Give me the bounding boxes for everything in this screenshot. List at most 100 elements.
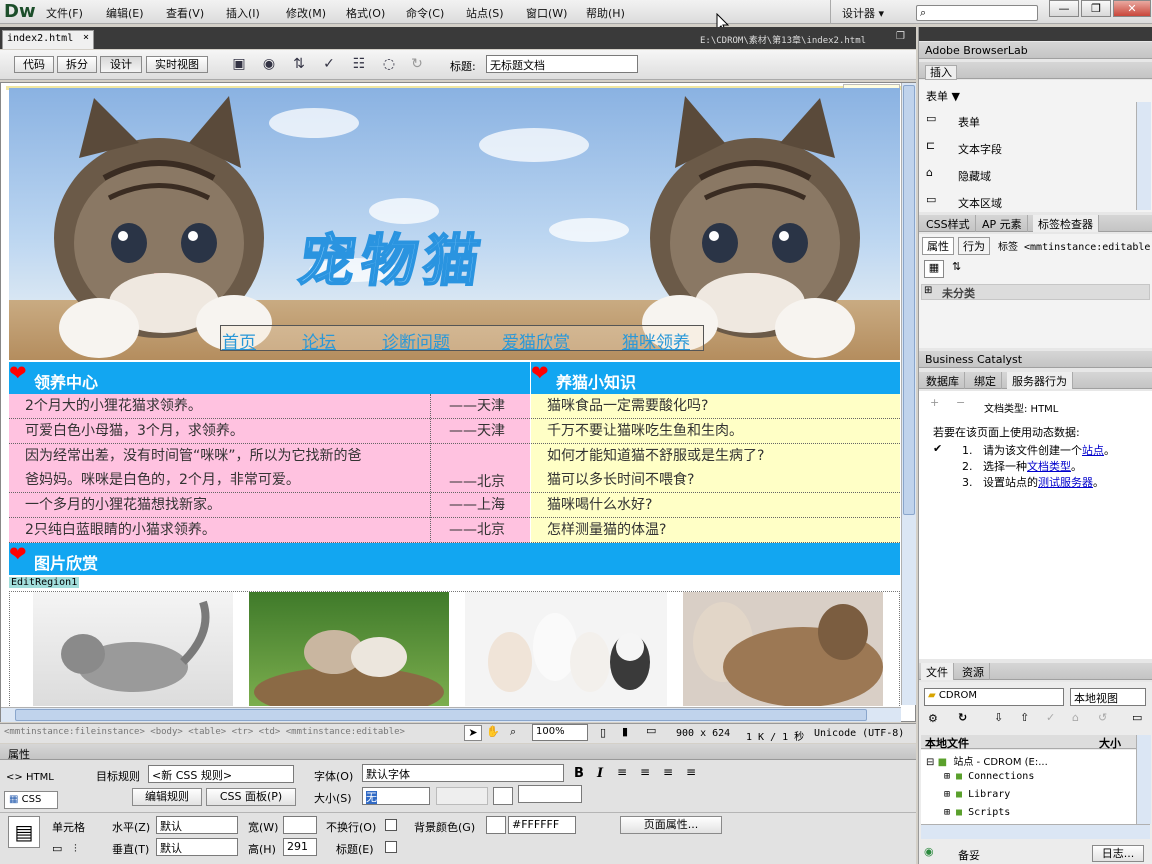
- list-item[interactable]: 猫咪食品一定需要酸化吗?: [531, 394, 900, 419]
- preview-browser-icon[interactable]: ◉: [258, 56, 280, 74]
- log-button[interactable]: 日志...: [1092, 845, 1144, 862]
- visual-aids-icon[interactable]: ☷: [348, 56, 370, 74]
- behaviors-tab[interactable]: 行为: [958, 237, 990, 255]
- edit-rule-button[interactable]: 编辑规则: [132, 788, 202, 806]
- view-select[interactable]: 本地视图: [1070, 688, 1146, 706]
- document-title-input[interactable]: 无标题文档: [486, 55, 638, 73]
- remove-icon[interactable]: −: [956, 396, 965, 409]
- tablet-size-icon[interactable]: ▮: [622, 725, 628, 738]
- add-icon[interactable]: +: [930, 396, 939, 409]
- list-item[interactable]: 怎样测量猫的体温?: [531, 518, 900, 543]
- window-size[interactable]: 900 x 624: [676, 728, 730, 739]
- split-cell-icon[interactable]: ⫶: [74, 842, 77, 856]
- refresh-icon[interactable]: ↻: [406, 56, 428, 74]
- put-files-icon[interactable]: ⇧: [1020, 711, 1029, 724]
- browser-compat-icon[interactable]: ✓: [318, 56, 340, 74]
- get-files-icon[interactable]: ⇩: [994, 711, 1003, 724]
- category-view-icon[interactable]: ▦: [924, 260, 944, 278]
- insert-tab[interactable]: 插入: [925, 65, 957, 80]
- insert-item[interactable]: 文本字段: [958, 141, 1002, 157]
- menu-site[interactable]: 站点(S): [466, 5, 504, 21]
- files-horizontal-scrollbar[interactable]: [921, 824, 1150, 839]
- text-color-input[interactable]: [518, 785, 582, 803]
- text-color-swatch[interactable]: [493, 787, 513, 805]
- nav-gallery[interactable]: 爱猫欣赏: [502, 328, 570, 353]
- code-view-button[interactable]: 代码: [14, 56, 54, 73]
- tab-tag-inspector[interactable]: 标签检查器: [1033, 215, 1099, 232]
- tab-server-behaviors[interactable]: 服务器行为: [1007, 372, 1073, 389]
- scroll-thumb[interactable]: [15, 709, 867, 721]
- split-view-button[interactable]: 拆分: [57, 56, 97, 73]
- tab-css-styles[interactable]: CSS样式: [921, 215, 976, 232]
- zoom-tool-icon[interactable]: ⌕: [510, 725, 516, 739]
- refresh-icon[interactable]: ↻: [958, 711, 967, 724]
- sync-icon[interactable]: ↺: [1098, 711, 1107, 724]
- tag-selector[interactable]: <mmtinstance:fileinstance> <body> <table…: [4, 727, 405, 737]
- horz-align-select[interactable]: 默认: [156, 816, 238, 834]
- site-select[interactable]: ▰ CDROM: [924, 688, 1064, 706]
- workspace-switcher[interactable]: 设计器 ▾: [842, 5, 884, 21]
- restore-doc-icon[interactable]: ❐: [896, 31, 905, 42]
- sort-az-icon[interactable]: ⇅: [952, 260, 961, 273]
- menu-help[interactable]: 帮助(H): [586, 5, 625, 21]
- justify-icon[interactable]: ≡: [686, 765, 696, 779]
- close-icon[interactable]: ×: [83, 32, 89, 43]
- table-row[interactable]: 因为经常出差，没有时间管“咪咪”，所以为它找新的爸: [9, 444, 530, 469]
- tree-item-site[interactable]: ⊟ ■ 站点 - CDROM (E:...: [926, 753, 1048, 768]
- mobile-size-icon[interactable]: ▯: [600, 726, 606, 739]
- insert-item[interactable]: 隐藏域: [958, 168, 991, 184]
- tab-files[interactable]: 文件: [921, 663, 954, 680]
- list-item[interactable]: 如何才能知道猫不舒服或是生病了?: [531, 444, 900, 469]
- table-row[interactable]: 一个多月的小狸花猫想找新家。 ——上海: [9, 493, 530, 518]
- tree-item-scripts[interactable]: ⊞ ■ Scripts: [944, 807, 1010, 818]
- connect-icon[interactable]: ⚙: [928, 712, 938, 725]
- tab-ap-elements[interactable]: AP 元素: [977, 215, 1028, 232]
- menu-window[interactable]: 窗口(W): [526, 5, 567, 21]
- table-row[interactable]: 2只纯白蓝眼睛的小猫求领养。 ——北京: [9, 518, 530, 543]
- file-management-icon[interactable]: ⇅: [288, 56, 310, 74]
- close-button[interactable]: ✕: [1113, 0, 1151, 17]
- menu-modify[interactable]: 修改(M): [286, 5, 326, 21]
- menu-file[interactable]: 文件(F): [46, 5, 83, 21]
- menu-insert[interactable]: 插入(I): [226, 5, 260, 21]
- table-row[interactable]: 2个月大的小狸花猫求领养。 ——天津: [9, 394, 530, 419]
- align-left-icon[interactable]: ≡: [617, 765, 627, 779]
- restore-button[interactable]: ❐: [1081, 0, 1111, 17]
- nav-forum[interactable]: 论坛: [302, 328, 336, 353]
- list-item[interactable]: 千万不要让猫咪吃生鱼和生肉。: [531, 419, 900, 444]
- design-view-button[interactable]: 设计: [100, 56, 142, 73]
- tab-bindings[interactable]: 绑定: [969, 372, 1002, 389]
- canvas-vertical-scrollbar[interactable]: [901, 83, 916, 705]
- nav-home[interactable]: 首页: [222, 328, 256, 353]
- nav-adoption[interactable]: 猫咪领养: [622, 328, 690, 353]
- zoom-select[interactable]: 100%: [532, 724, 588, 741]
- bg-color-swatch[interactable]: [486, 816, 506, 834]
- size-unit-select[interactable]: [436, 787, 488, 805]
- minimize-button[interactable]: —: [1049, 0, 1079, 17]
- search-input[interactable]: ⌕: [916, 5, 1038, 21]
- live-view-button[interactable]: 实时视图: [146, 56, 208, 73]
- expand-icon[interactable]: ⊞: [924, 285, 932, 296]
- menu-format[interactable]: 格式(O): [346, 5, 385, 21]
- font-select[interactable]: 默认字体: [362, 764, 564, 782]
- scroll-thumb[interactable]: [903, 85, 915, 515]
- canvas-horizontal-scrollbar[interactable]: [1, 707, 901, 722]
- width-input[interactable]: [283, 816, 317, 834]
- nowrap-checkbox[interactable]: [385, 819, 397, 831]
- header-checkbox[interactable]: [385, 841, 397, 853]
- insert-category-select[interactable]: 表单 ▼: [926, 88, 960, 104]
- size-select[interactable]: 无: [362, 787, 430, 805]
- html-mode-button[interactable]: <> HTML: [6, 772, 56, 789]
- align-center-icon[interactable]: ≡: [640, 765, 650, 779]
- css-panel-button[interactable]: CSS 面板(P): [206, 788, 296, 806]
- multiscreen-icon[interactable]: ▣: [228, 56, 250, 74]
- insert-item[interactable]: 表单: [958, 114, 980, 130]
- css-mode-button[interactable]: ▦ CSS: [4, 791, 58, 809]
- merge-cells-icon[interactable]: ▭: [52, 842, 62, 855]
- uncategorized-row[interactable]: 未分类: [921, 284, 1150, 300]
- nav-diagnosis[interactable]: 诊断问题: [382, 328, 450, 353]
- list-item[interactable]: 猫可以多长时间不喂食?: [531, 468, 900, 493]
- bold-icon[interactable]: B: [574, 766, 584, 781]
- table-row[interactable]: 可爱白色小母猫，3个月，求领养。 ——天津: [9, 419, 530, 444]
- insert-item[interactable]: 文本区域: [958, 195, 1002, 211]
